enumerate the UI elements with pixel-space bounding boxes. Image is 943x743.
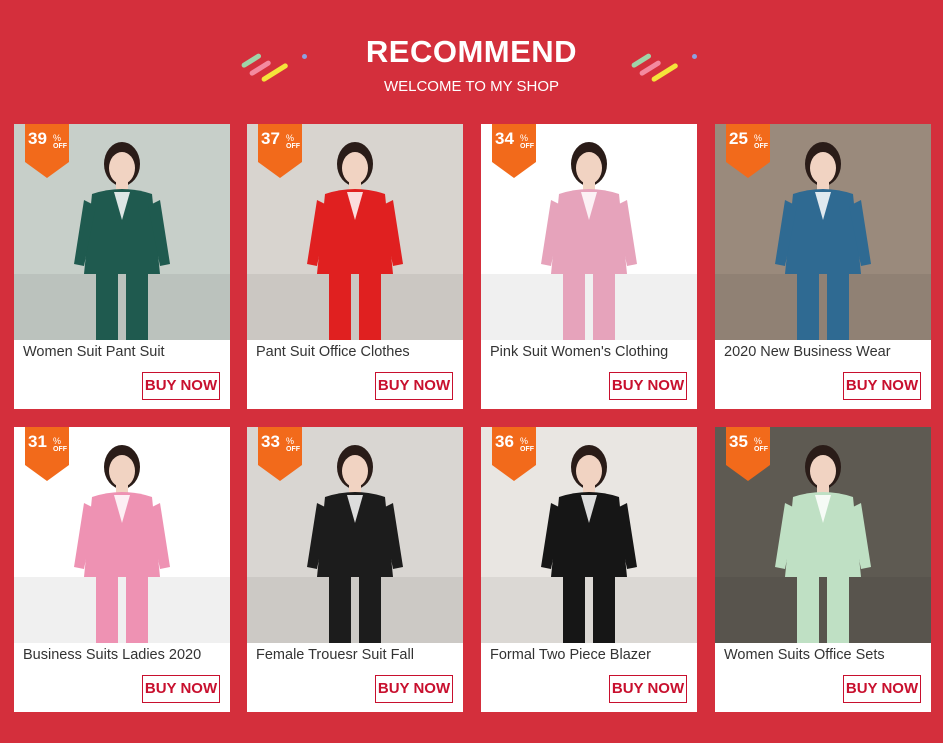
discount-percent-sign: % bbox=[520, 436, 529, 446]
discount-off-label: OFF bbox=[520, 143, 534, 150]
product-name[interactable]: Female Trouesr Suit Fall bbox=[256, 647, 414, 663]
discount-percent-sign: % bbox=[754, 133, 763, 143]
buy-now-button[interactable]: BUY NOW bbox=[142, 372, 220, 400]
discount-value: 37 bbox=[261, 129, 280, 148]
buy-now-button[interactable]: BUY NOW bbox=[843, 675, 921, 703]
product-grid: 39 % OFF Women Suit Pant Suit BUY NOW 37… bbox=[14, 124, 931, 716]
discount-badge: 34 % OFF bbox=[492, 124, 536, 178]
product-card[interactable]: 39 % OFF Women Suit Pant Suit BUY NOW bbox=[14, 124, 230, 409]
discount-percent-sign: % bbox=[754, 436, 763, 446]
discount-value: 34 bbox=[495, 129, 514, 148]
product-name[interactable]: Pink Suit Women's Clothing bbox=[490, 344, 668, 360]
discount-value: 25 bbox=[729, 129, 748, 148]
product-name[interactable]: Formal Two Piece Blazer bbox=[490, 647, 651, 663]
discount-badge: 37 % OFF bbox=[258, 124, 302, 178]
product-name[interactable]: 2020 New Business Wear bbox=[724, 344, 891, 360]
product-card[interactable]: 25 % OFF 2020 New Business Wear BUY NOW bbox=[715, 124, 931, 409]
product-card[interactable]: 33 % OFF Female Trouesr Suit Fall BUY NO… bbox=[247, 427, 463, 712]
product-card[interactable]: 31 % OFF Business Suits Ladies 2020 BUY … bbox=[14, 427, 230, 712]
discount-off-label: OFF bbox=[286, 446, 300, 453]
discount-percent-sign: % bbox=[520, 133, 529, 143]
recommend-header: RECOMMEND WELCOME TO MY SHOP bbox=[0, 0, 943, 120]
decorative-stripes-right bbox=[630, 48, 700, 88]
discount-percent-sign: % bbox=[53, 133, 62, 143]
discount-value: 35 bbox=[729, 432, 748, 451]
discount-badge: 25 % OFF bbox=[726, 124, 770, 178]
discount-value: 31 bbox=[28, 432, 47, 451]
discount-off-label: OFF bbox=[754, 446, 768, 453]
product-card[interactable]: 34 % OFF Pink Suit Women's Clothing BUY … bbox=[481, 124, 697, 409]
discount-percent-sign: % bbox=[286, 436, 295, 446]
discount-badge: 36 % OFF bbox=[492, 427, 536, 481]
discount-off-label: OFF bbox=[754, 143, 768, 150]
product-name[interactable]: Women Suit Pant Suit bbox=[23, 344, 165, 360]
product-name[interactable]: Pant Suit Office Clothes bbox=[256, 344, 410, 360]
section-subtitle: WELCOME TO MY SHOP bbox=[383, 78, 560, 95]
discount-off-label: OFF bbox=[53, 446, 67, 453]
discount-value: 36 bbox=[495, 432, 514, 451]
product-card[interactable]: 36 % OFF Formal Two Piece Blazer BUY NOW bbox=[481, 427, 697, 712]
discount-off-label: OFF bbox=[53, 143, 67, 150]
section-title: RECOMMEND bbox=[365, 34, 578, 69]
buy-now-button[interactable]: BUY NOW bbox=[609, 372, 687, 400]
discount-value: 33 bbox=[261, 432, 280, 451]
buy-now-button[interactable]: BUY NOW bbox=[609, 675, 687, 703]
product-card[interactable]: 35 % OFF Women Suits Office Sets BUY NOW bbox=[715, 427, 931, 712]
discount-badge: 33 % OFF bbox=[258, 427, 302, 481]
discount-badge: 35 % OFF bbox=[726, 427, 770, 481]
discount-badge: 31 % OFF bbox=[25, 427, 69, 481]
product-name[interactable]: Women Suits Office Sets bbox=[724, 647, 885, 663]
buy-now-button[interactable]: BUY NOW bbox=[843, 372, 921, 400]
buy-now-button[interactable]: BUY NOW bbox=[375, 372, 453, 400]
product-name[interactable]: Business Suits Ladies 2020 bbox=[23, 647, 201, 663]
buy-now-button[interactable]: BUY NOW bbox=[375, 675, 453, 703]
discount-badge: 39 % OFF bbox=[25, 124, 69, 178]
discount-off-label: OFF bbox=[520, 446, 534, 453]
discount-percent-sign: % bbox=[286, 133, 295, 143]
discount-value: 39 bbox=[28, 129, 47, 148]
discount-percent-sign: % bbox=[53, 436, 62, 446]
product-card[interactable]: 37 % OFF Pant Suit Office Clothes BUY NO… bbox=[247, 124, 463, 409]
buy-now-button[interactable]: BUY NOW bbox=[142, 675, 220, 703]
discount-off-label: OFF bbox=[286, 143, 300, 150]
